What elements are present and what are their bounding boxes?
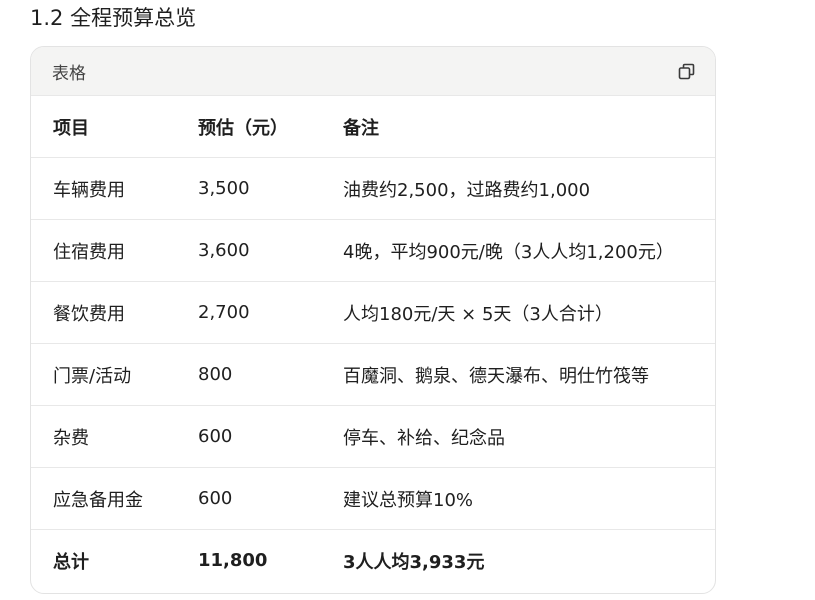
budget-table: 项目 预估（元） 备注 车辆费用 3,500 油费约2,500，过路费约1,00… [31, 96, 715, 591]
table-row: 门票/活动 800 百魔洞、鹅泉、德天瀑布、明仕竹筏等 [31, 343, 715, 406]
cell-notes: 人均180元/天 × 5天（3人合计） [321, 281, 715, 344]
table-row: 应急备用金 600 建议总预算10% [31, 467, 715, 530]
table-total-row: 总计 11,800 3人人均3,933元 [31, 530, 715, 592]
budget-table-card: 表格 项目 预估（元） 备注 车辆费用 3,500 油费约2,500，过路费约1… [30, 46, 716, 594]
section-title: 1.2 全程预算总览 [30, 6, 197, 30]
total-estimate: 11,800 [198, 550, 268, 571]
cell-notes: 油费约2,500，过路费约1,000 [321, 157, 715, 220]
copy-icon[interactable] [675, 60, 697, 82]
cell-notes: 停车、补给、纪念品 [321, 405, 715, 468]
cell-item: 住宿费用 [31, 219, 176, 282]
table-row: 餐饮费用 2,700 人均180元/天 × 5天（3人合计） [31, 281, 715, 344]
cell-estimate: 600 [176, 405, 321, 468]
table-card-header: 表格 [31, 47, 715, 96]
table-row: 住宿费用 3,600 4晚，平均900元/晚（3人人均1,200元） [31, 219, 715, 282]
column-header-item: 项目 [31, 96, 176, 158]
cell-estimate: 3,600 [176, 219, 321, 282]
cell-notes: 4晚，平均900元/晚（3人人均1,200元） [321, 219, 715, 282]
cell-item: 应急备用金 [31, 467, 176, 530]
table-header-row: 项目 预估（元） 备注 [31, 96, 715, 158]
column-header-notes: 备注 [321, 96, 715, 158]
table-card-label: 表格 [52, 63, 86, 84]
cell-item: 餐饮费用 [31, 281, 176, 344]
cell-estimate: 600 [176, 467, 321, 530]
cell-item: 杂费 [31, 405, 176, 468]
cell-item: 车辆费用 [31, 157, 176, 220]
cell-estimate: 2,700 [176, 281, 321, 344]
cell-notes: 百魔洞、鹅泉、德天瀑布、明仕竹筏等 [321, 343, 715, 406]
cell-notes: 建议总预算10% [321, 467, 715, 530]
cell-estimate: 3,500 [176, 157, 321, 220]
total-label: 总计 [53, 551, 89, 573]
total-notes: 3人人均3,933元 [343, 551, 485, 573]
cell-estimate: 800 [176, 343, 321, 406]
table-row: 杂费 600 停车、补给、纪念品 [31, 405, 715, 468]
table-row: 车辆费用 3,500 油费约2,500，过路费约1,000 [31, 157, 715, 220]
cell-item: 门票/活动 [31, 343, 176, 406]
column-header-estimate: 预估（元） [176, 96, 321, 158]
